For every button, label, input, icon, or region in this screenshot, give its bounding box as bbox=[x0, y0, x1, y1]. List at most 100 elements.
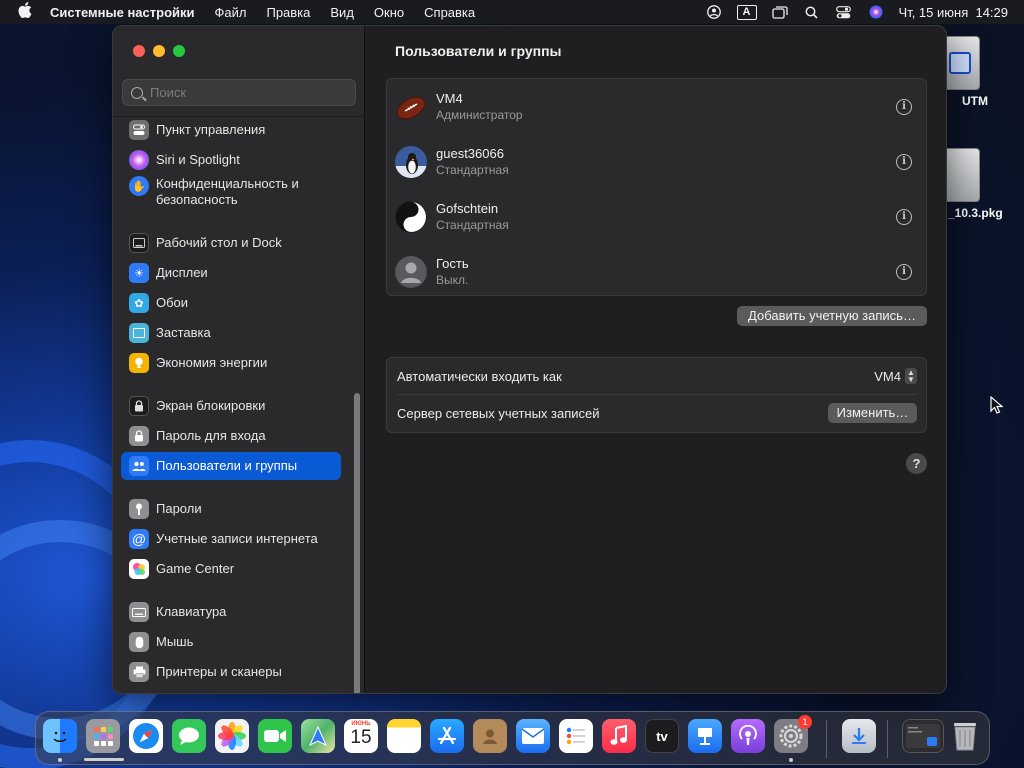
finder-icon[interactable] bbox=[43, 719, 77, 753]
sidebar-item-label: Заставка bbox=[156, 325, 211, 340]
sidebar-item-login-password[interactable]: Пароль для входа bbox=[121, 422, 341, 450]
menu-app-name[interactable]: Системные настройки bbox=[40, 5, 205, 20]
desktop-icon-label: UTM bbox=[962, 94, 988, 108]
auto-login-label: Автоматически входить как bbox=[397, 368, 562, 384]
minimize-window-button[interactable] bbox=[153, 45, 165, 57]
menu-file[interactable]: Файл bbox=[205, 5, 257, 20]
info-icon[interactable]: i bbox=[896, 263, 912, 280]
zoom-window-button[interactable] bbox=[173, 45, 185, 57]
change-button[interactable]: Изменить… bbox=[828, 403, 917, 423]
input-source-icon[interactable]: A bbox=[736, 4, 757, 20]
user-row-guest36066[interactable]: guest36066 Стандартная i bbox=[395, 134, 915, 189]
user-account-icon[interactable] bbox=[705, 5, 723, 19]
display-sun-icon: ☀ bbox=[129, 263, 149, 283]
network-server-row: Сервер сетевых учетных записей Изменить… bbox=[397, 395, 917, 432]
auto-login-row: Автоматически входить как VM4 ▲ ▼ bbox=[397, 358, 917, 395]
safari-icon[interactable] bbox=[129, 719, 163, 753]
system-settings-gear-icon[interactable]: 1 bbox=[774, 715, 812, 753]
privacy-hand-icon: ✋ bbox=[129, 176, 149, 196]
sidebar-item-mouse[interactable]: Мышь bbox=[121, 628, 341, 656]
sidebar-item-label: Пункт управления bbox=[156, 122, 266, 137]
menu-edit[interactable]: Правка bbox=[256, 5, 320, 20]
menu-help[interactable]: Справка bbox=[414, 5, 485, 20]
dock-divider bbox=[887, 720, 888, 758]
downloads-folder-icon[interactable] bbox=[842, 719, 876, 753]
auto-login-select[interactable]: VM4 ▲ ▼ bbox=[874, 368, 917, 384]
sidebar-item-label: Рабочий стол и Dock bbox=[156, 235, 282, 250]
close-window-button[interactable] bbox=[133, 45, 145, 57]
main-content: Пользователи и группы VM4 Администратор … bbox=[365, 26, 946, 693]
auto-login-value: VM4 bbox=[874, 368, 901, 384]
photos-icon[interactable] bbox=[215, 719, 249, 753]
podcasts-icon[interactable] bbox=[731, 719, 765, 753]
screensaver-icon bbox=[129, 323, 149, 343]
football-avatar-icon bbox=[395, 90, 427, 123]
keynote-icon[interactable] bbox=[688, 719, 722, 753]
add-account-button[interactable]: Добавить учетную запись… bbox=[737, 306, 927, 326]
info-icon[interactable]: i bbox=[896, 208, 912, 225]
sidebar-item-siri-spotlight[interactable]: Siri и Spotlight bbox=[121, 146, 341, 174]
sidebar-item-wallpaper[interactable]: ✿ Обои bbox=[121, 289, 341, 317]
help-button[interactable]: ? bbox=[906, 453, 927, 474]
mouse-cursor-icon bbox=[990, 396, 1004, 414]
menu-window[interactable]: Окно bbox=[364, 5, 414, 20]
messages-icon[interactable] bbox=[172, 719, 206, 753]
sidebar-item-printers-scanners[interactable]: Принтеры и сканеры bbox=[121, 658, 341, 686]
sidebar-item-screensaver[interactable]: Заставка bbox=[121, 319, 341, 347]
sidebar-item-label: Дисплеи bbox=[156, 265, 208, 280]
user-row-guest[interactable]: Гость Выкл. i bbox=[395, 244, 915, 299]
info-icon[interactable]: i bbox=[896, 153, 912, 170]
notification-badge: 1 bbox=[798, 715, 812, 729]
control-center-icon[interactable] bbox=[835, 5, 853, 19]
user-row-vm4[interactable]: VM4 Администратор i bbox=[395, 79, 915, 134]
sidebar-item-label: Пароли bbox=[156, 501, 202, 516]
sidebar-item-lock-screen[interactable]: Экран блокировки bbox=[121, 392, 341, 420]
spotlight-search-icon[interactable] bbox=[803, 5, 821, 19]
sidebar-item-game-center[interactable]: Game Center bbox=[121, 555, 341, 583]
contacts-icon[interactable] bbox=[473, 719, 507, 753]
sidebar-item-energy-saver[interactable]: Экономия энергии bbox=[121, 349, 341, 377]
trash-icon[interactable] bbox=[948, 719, 982, 753]
mail-icon[interactable] bbox=[516, 719, 550, 753]
sidebar-scrollbar[interactable] bbox=[354, 393, 360, 693]
tv-label: tv bbox=[656, 728, 668, 744]
reminders-icon[interactable] bbox=[559, 719, 593, 753]
stage-manager-icon[interactable] bbox=[771, 5, 789, 19]
sidebar-item-passwords[interactable]: Пароли bbox=[121, 495, 341, 523]
apple-menu-icon[interactable] bbox=[10, 2, 40, 22]
sidebar-item-internet-accounts[interactable]: @ Учетные записи интернета bbox=[121, 525, 341, 553]
sidebar-item-users-groups[interactable]: Пользователи и группы bbox=[121, 452, 341, 480]
calendar-icon[interactable]: ИЮНЬ 15 bbox=[344, 719, 378, 753]
users-groups-icon bbox=[129, 456, 149, 476]
sidebar-search[interactable] bbox=[122, 79, 356, 106]
sidebar-item-keyboard[interactable]: Клавиатура bbox=[121, 598, 341, 626]
music-icon[interactable] bbox=[602, 719, 636, 753]
notes-icon[interactable] bbox=[387, 719, 421, 753]
sidebar-item-privacy-security[interactable]: ✋ Конфиденциальность и безопасность bbox=[121, 174, 341, 210]
info-icon[interactable]: i bbox=[896, 98, 912, 115]
user-name: Гость bbox=[436, 255, 469, 271]
search-icon bbox=[131, 86, 143, 99]
maps-icon[interactable] bbox=[301, 719, 335, 753]
user-row-gofschtein[interactable]: Gofschtein Стандартная i bbox=[395, 189, 915, 244]
sidebar-item-displays[interactable]: ☀ Дисплеи bbox=[121, 259, 341, 287]
user-role: Выкл. bbox=[436, 272, 469, 287]
launchpad-icon[interactable] bbox=[86, 719, 120, 753]
sidebar-item-label: Принтеры и сканеры bbox=[156, 664, 282, 679]
system-settings-window: Пункт управления Siri и Spotlight ✋ Конф… bbox=[112, 25, 947, 694]
wallpaper-flower-icon: ✿ bbox=[129, 293, 149, 313]
user-name: Gofschtein bbox=[436, 200, 499, 216]
key-icon bbox=[129, 499, 149, 519]
facetime-icon[interactable] bbox=[258, 719, 292, 753]
siri-icon[interactable] bbox=[867, 5, 885, 19]
search-input[interactable] bbox=[150, 85, 340, 100]
menu-view[interactable]: Вид bbox=[320, 5, 364, 20]
menu-clock[interactable]: Чт, 15 июня 14:29 bbox=[899, 5, 1014, 20]
apple-tv-icon[interactable]: tv bbox=[645, 719, 679, 753]
sidebar-item-control-center[interactable]: Пункт управления bbox=[121, 116, 341, 144]
sidebar-item-desktop-dock[interactable]: Рабочий стол и Dock bbox=[121, 229, 341, 257]
screenshot-thumbnail-icon[interactable] bbox=[902, 719, 944, 753]
energy-bulb-icon bbox=[129, 353, 149, 373]
app-store-icon[interactable] bbox=[430, 719, 464, 753]
sidebar-item-label: Клавиатура bbox=[156, 604, 227, 619]
